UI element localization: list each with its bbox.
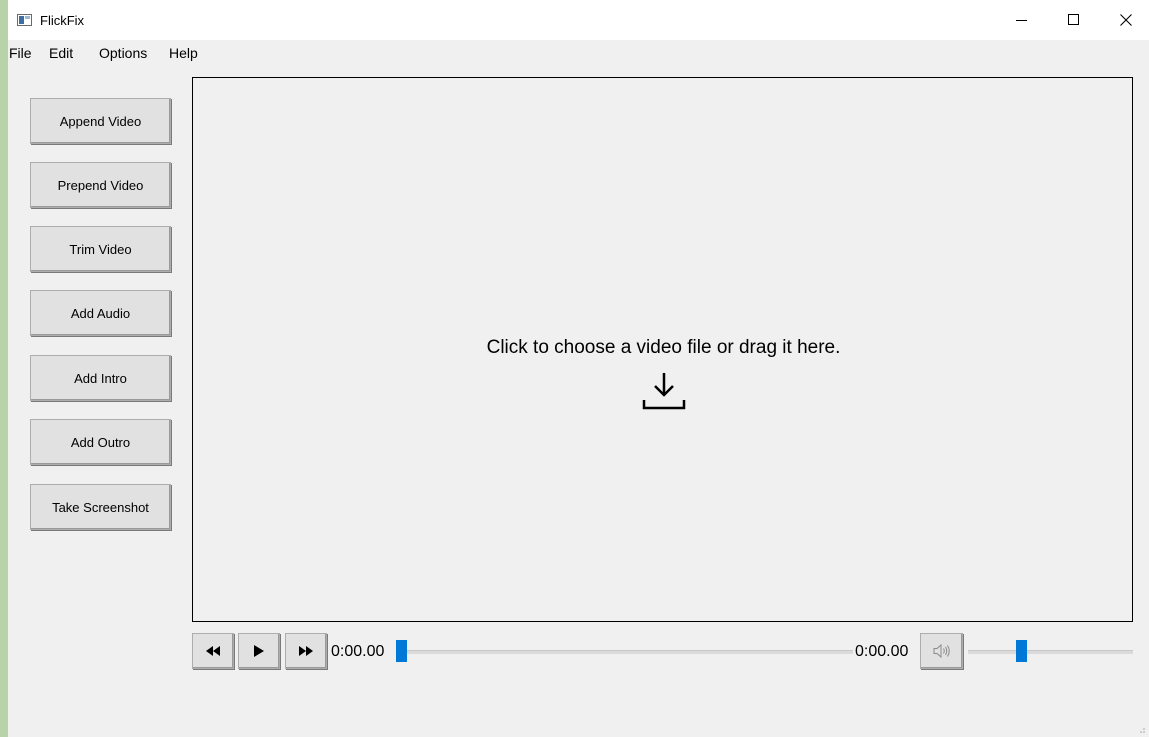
- current-time: 0:00.00: [331, 643, 385, 660]
- play-button[interactable]: [238, 633, 280, 669]
- menu-edit[interactable]: Edit: [49, 45, 73, 61]
- title-bar[interactable]: FlickFix: [8, 0, 1149, 40]
- fast-forward-icon: [299, 646, 313, 656]
- menu-options[interactable]: Options: [99, 45, 147, 61]
- volume-button[interactable]: [920, 633, 963, 669]
- menu-file[interactable]: File: [9, 45, 32, 61]
- app-window: FlickFix File Edit Options Help Append V…: [8, 0, 1149, 737]
- drop-instruction: Click to choose a video file or drag it …: [486, 337, 841, 358]
- volume-track[interactable]: [968, 650, 1133, 654]
- volume-handle[interactable]: [1015, 640, 1027, 662]
- append-video-button[interactable]: Append Video: [30, 98, 171, 144]
- rewind-button[interactable]: [192, 633, 234, 669]
- add-audio-button[interactable]: Add Audio: [30, 290, 171, 336]
- download-icon: [642, 373, 686, 410]
- minimize-icon: [1016, 20, 1027, 21]
- trim-video-button[interactable]: Trim Video: [30, 226, 171, 272]
- menu-bar: File Edit Options Help: [8, 40, 1149, 66]
- close-icon: [1120, 14, 1132, 26]
- rewind-icon: [206, 646, 220, 656]
- video-drop-area[interactable]: Click to choose a video file or drag it …: [192, 77, 1133, 622]
- window-title: FlickFix: [40, 13, 85, 28]
- minimize-button[interactable]: [999, 0, 1045, 40]
- play-icon: [254, 645, 264, 657]
- add-intro-button[interactable]: Add Intro: [30, 355, 171, 401]
- close-button[interactable]: [1103, 0, 1149, 40]
- menu-help[interactable]: Help: [169, 45, 198, 61]
- volume-icon: [933, 644, 950, 658]
- maximize-icon: [1068, 14, 1079, 25]
- total-time: 0:00.00: [855, 643, 909, 660]
- take-screenshot-button[interactable]: Take Screenshot: [30, 484, 171, 530]
- fast-forward-button[interactable]: [285, 633, 327, 669]
- add-outro-button[interactable]: Add Outro: [30, 419, 171, 465]
- seek-handle[interactable]: [396, 640, 407, 662]
- app-icon: [17, 14, 32, 26]
- resize-grip-icon[interactable]: [1138, 726, 1146, 734]
- seek-track[interactable]: [397, 650, 853, 654]
- maximize-button[interactable]: [1051, 0, 1097, 40]
- prepend-video-button[interactable]: Prepend Video: [30, 162, 171, 208]
